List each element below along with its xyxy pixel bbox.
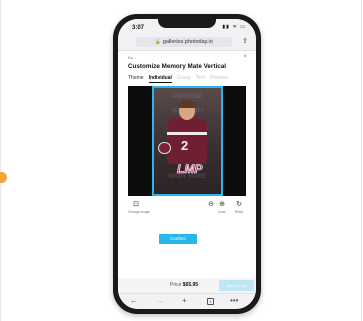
url-text: galleries.photoday.io xyxy=(162,39,213,45)
image-editor-canvas[interactable]: PURPOSE NO PRIORITY BLOODY IMPOSSIBLE PO… xyxy=(128,86,246,196)
step-tabs: Theme Individual Group Text Preview xyxy=(128,75,228,83)
orange-dot xyxy=(0,172,7,183)
signal-wifi-battery-icons: ▮▮ ᯤ ▭ xyxy=(222,24,246,30)
tab-individual[interactable]: Individual xyxy=(148,75,172,83)
crop-frame[interactable]: PURPOSE NO PRIORITY BLOODY IMPOSSIBLE PO… xyxy=(152,86,223,196)
new-tab-plus-icon[interactable]: + xyxy=(182,296,187,305)
team-logo: LMP xyxy=(177,162,204,175)
forward-arrow-icon[interactable]: → xyxy=(156,296,164,305)
frame-line xyxy=(0,0,1,321)
add-to-cart-button[interactable]: Add to Cart xyxy=(219,280,254,291)
editor-toolbar: ⊡ Change Image ⊖ ⊕ Zoom ↻ Reset xyxy=(128,201,246,221)
price-text: Price $65.95 xyxy=(170,282,198,288)
more-menu-icon[interactable]: ••• xyxy=(230,296,238,305)
player-hair xyxy=(179,100,195,108)
reset-button[interactable]: ↻ Reset xyxy=(233,201,245,214)
reset-icon: ↻ xyxy=(236,201,242,208)
price-footer: Price $65.95 Add to Cart xyxy=(118,278,256,294)
jersey-number: 2 xyxy=(181,138,189,153)
back-link[interactable]: Ba... xyxy=(128,55,136,60)
page-title: Customize Memory Mate Vertical xyxy=(128,63,226,70)
browser-bottom-bar: ← → + 1 ••• xyxy=(118,293,256,309)
zoom-label: Zoom xyxy=(217,210,227,214)
zoom-out-button[interactable]: ⊖ xyxy=(206,201,216,209)
jersey-stripe xyxy=(167,132,207,135)
phone-frame: 3:07 ▮▮ ᯤ ▭ 🔒 galleries.photoday.io ⇪ Ba.… xyxy=(113,14,261,314)
change-image-label: Change Image xyxy=(128,210,150,214)
football-helmet xyxy=(158,142,171,154)
tab-theme[interactable]: Theme xyxy=(128,75,144,83)
canvas: 3:07 ▮▮ ᯤ ▭ 🔒 galleries.photoday.io ⇪ Ba.… xyxy=(0,0,363,321)
phone-screen: 3:07 ▮▮ ᯤ ▭ 🔒 galleries.photoday.io ⇪ Ba.… xyxy=(118,19,256,309)
tab-group[interactable]: Group xyxy=(177,75,191,83)
close-icon[interactable]: × xyxy=(243,54,247,60)
zoom-out-icon: ⊖ xyxy=(208,201,214,208)
price-value: $65.95 xyxy=(182,282,199,288)
share-icon[interactable]: ⇪ xyxy=(242,37,248,45)
tabs-count-icon[interactable]: 1 xyxy=(207,298,214,305)
customize-page: Ba... × Customize Memory Mate Vertical T… xyxy=(118,52,256,294)
lock-icon: 🔒 xyxy=(155,39,161,44)
tab-text[interactable]: Text xyxy=(196,75,205,83)
status-time: 3:07 xyxy=(132,25,145,31)
price-label: Price xyxy=(170,282,182,288)
change-image-button[interactable]: ⊡ Change Image xyxy=(128,201,150,214)
back-arrow-icon[interactable]: ← xyxy=(130,296,138,305)
reset-label: Reset xyxy=(234,210,244,214)
frame-line xyxy=(361,0,362,321)
browser-top-bar: 🔒 galleries.photoday.io ⇪ xyxy=(118,35,256,51)
tab-preview[interactable]: Preview xyxy=(210,75,228,83)
zoom-in-button[interactable]: ⊕ Zoom xyxy=(217,201,227,214)
zoom-in-icon: ⊕ xyxy=(219,201,225,208)
confirm-button[interactable]: Confirm xyxy=(159,234,197,244)
svg-text:LMP: LMP xyxy=(177,162,203,175)
image-upload-icon: ⊡ xyxy=(133,201,139,208)
phone-notch xyxy=(158,19,216,28)
address-bar[interactable]: 🔒 galleries.photoday.io xyxy=(136,37,232,47)
